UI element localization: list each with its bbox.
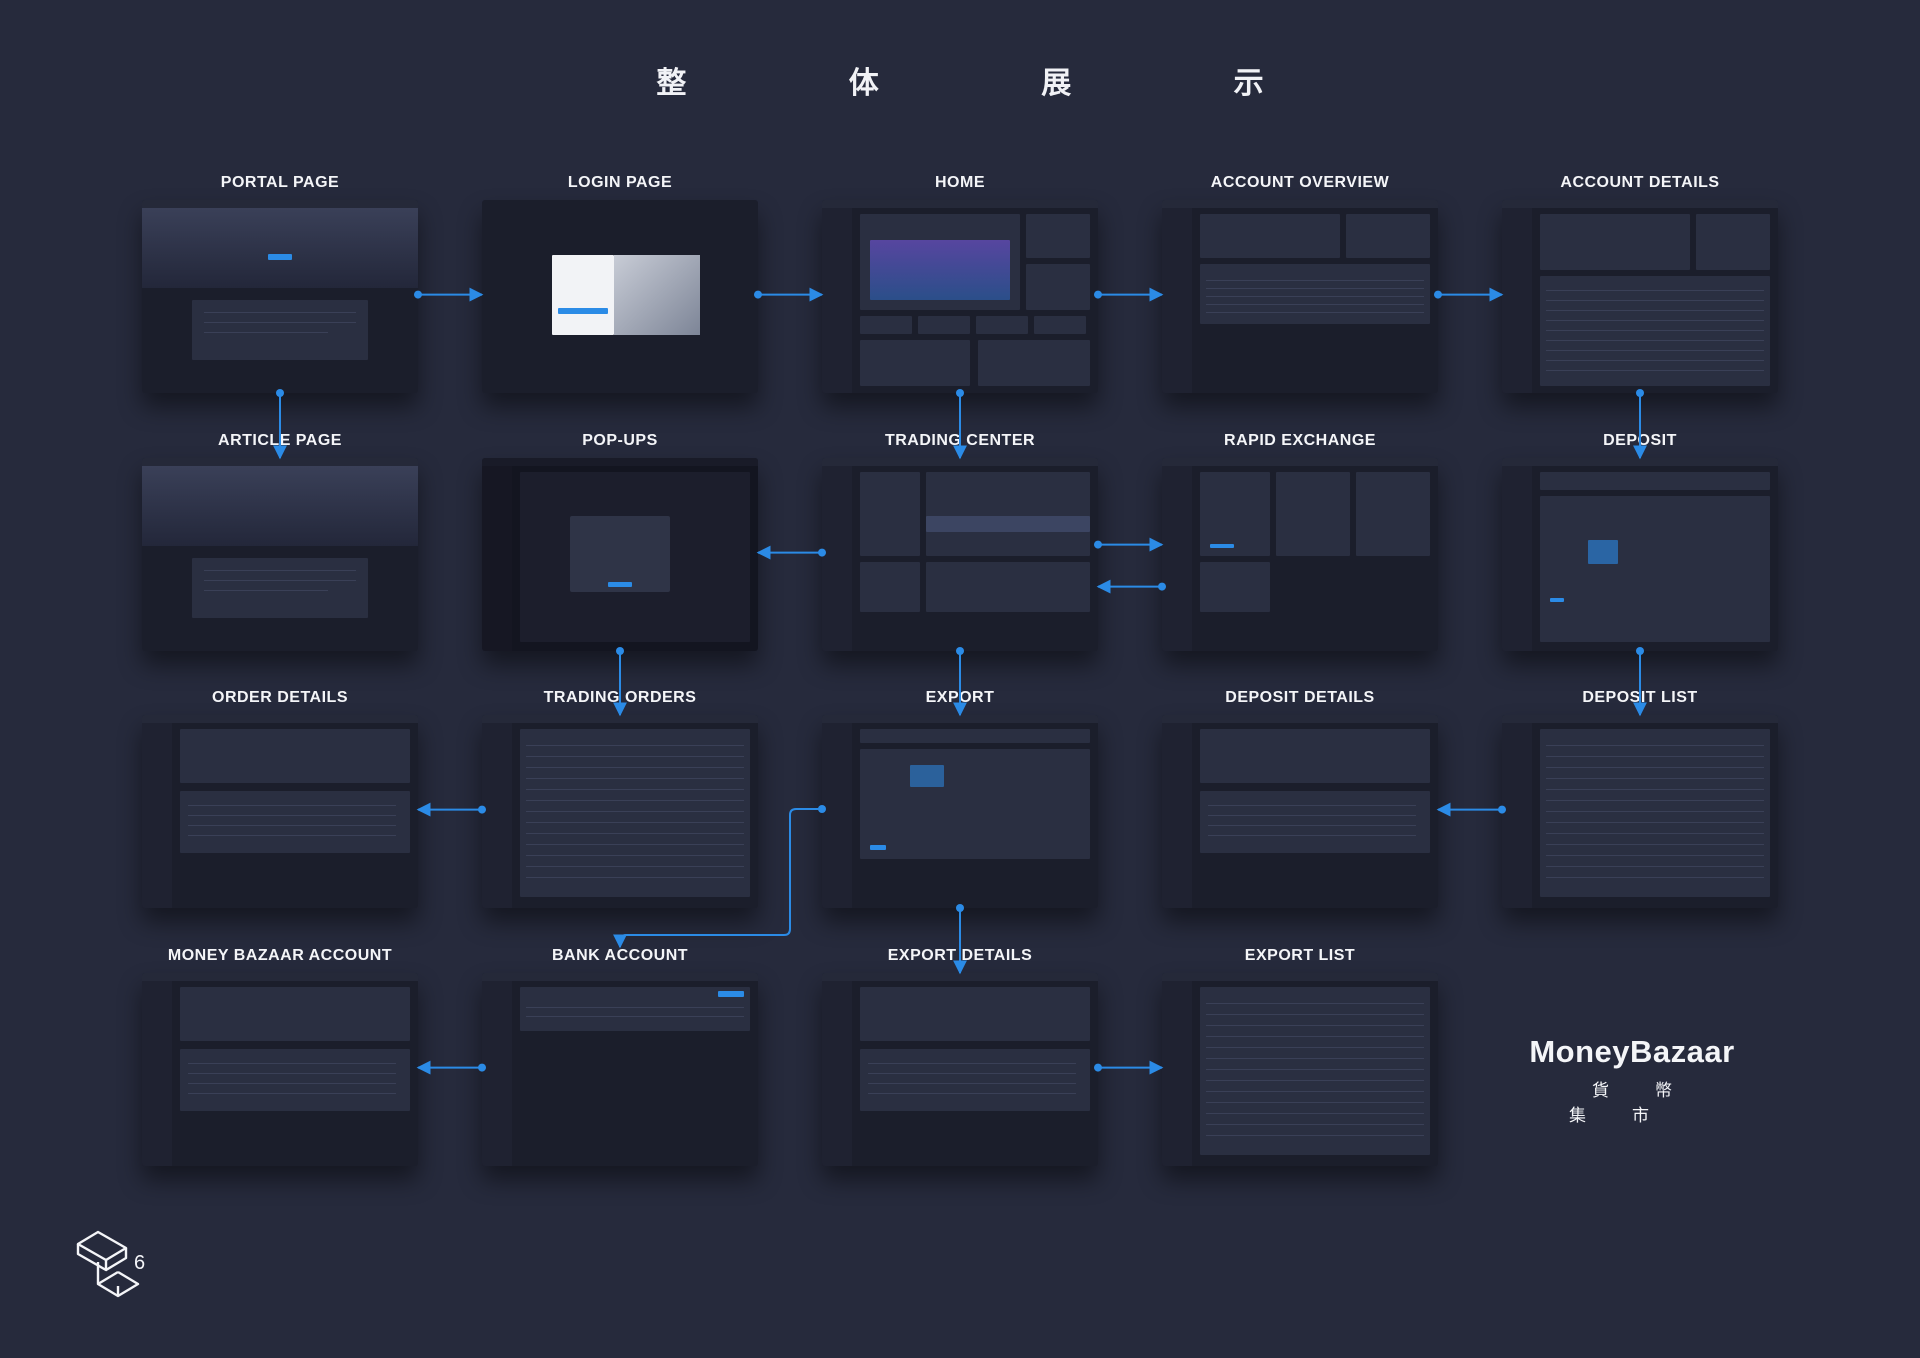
page-number: 6 — [134, 1252, 146, 1274]
connector-trading-center-to-pop-ups — [756, 545, 826, 560]
connector-dot — [1434, 290, 1442, 299]
connector-home-to-trading-center — [953, 389, 967, 460]
connector-trading-orders-to-order-details — [416, 802, 486, 817]
brand-logo: MoneyBazaar — [1529, 1034, 1735, 1069]
connector-dot — [754, 290, 762, 299]
connector-dot — [1158, 582, 1166, 591]
connector-portal-page-to-article-page — [273, 389, 287, 460]
connector-dot — [956, 904, 964, 912]
connector-rapid-exchange-to-trading-center — [1096, 579, 1166, 594]
connector-dot — [956, 647, 964, 655]
connector-login-page-to-home — [754, 287, 824, 302]
connector-deposit-to-deposit-list — [1633, 647, 1647, 717]
connector-export-details-to-export-list — [1094, 1060, 1164, 1075]
connector-dot — [1636, 389, 1644, 397]
connector-home-to-account-overview — [1094, 287, 1164, 302]
connector-trading-center-to-rapid-exchange — [1094, 537, 1164, 552]
connector-dot — [414, 290, 422, 299]
connector-dot — [276, 389, 284, 397]
flow-connectors — [273, 287, 1647, 1075]
connector-export-to-export-details — [953, 904, 967, 975]
connector-dot — [616, 647, 624, 655]
brand-tagline: 貨幣集市 — [1569, 1081, 1718, 1126]
connector-dot — [478, 805, 486, 814]
connector-dot — [1094, 540, 1102, 549]
connector-dot — [1636, 647, 1644, 655]
connector-dot — [956, 389, 964, 397]
connector-portal-page-to-login-page — [414, 287, 484, 302]
connector-export-to-bank-account — [613, 805, 826, 949]
connector-line — [613, 808, 822, 949]
connector-pop-ups-to-trading-orders — [613, 647, 627, 717]
connector-dot — [818, 548, 826, 557]
connector-account-details-to-deposit — [1633, 389, 1647, 460]
connector-dot — [1498, 805, 1506, 814]
connector-deposit-list-to-deposit-details — [1436, 802, 1506, 817]
connector-dot — [1094, 1063, 1102, 1072]
connector-account-overview-to-account-details — [1434, 287, 1504, 302]
connector-dot — [478, 1063, 486, 1072]
connector-trading-center-to-export — [953, 647, 967, 717]
connector-dot — [818, 805, 826, 813]
connector-bank-account-to-money-bazaar-account — [416, 1060, 486, 1075]
connector-dot — [1094, 290, 1102, 299]
